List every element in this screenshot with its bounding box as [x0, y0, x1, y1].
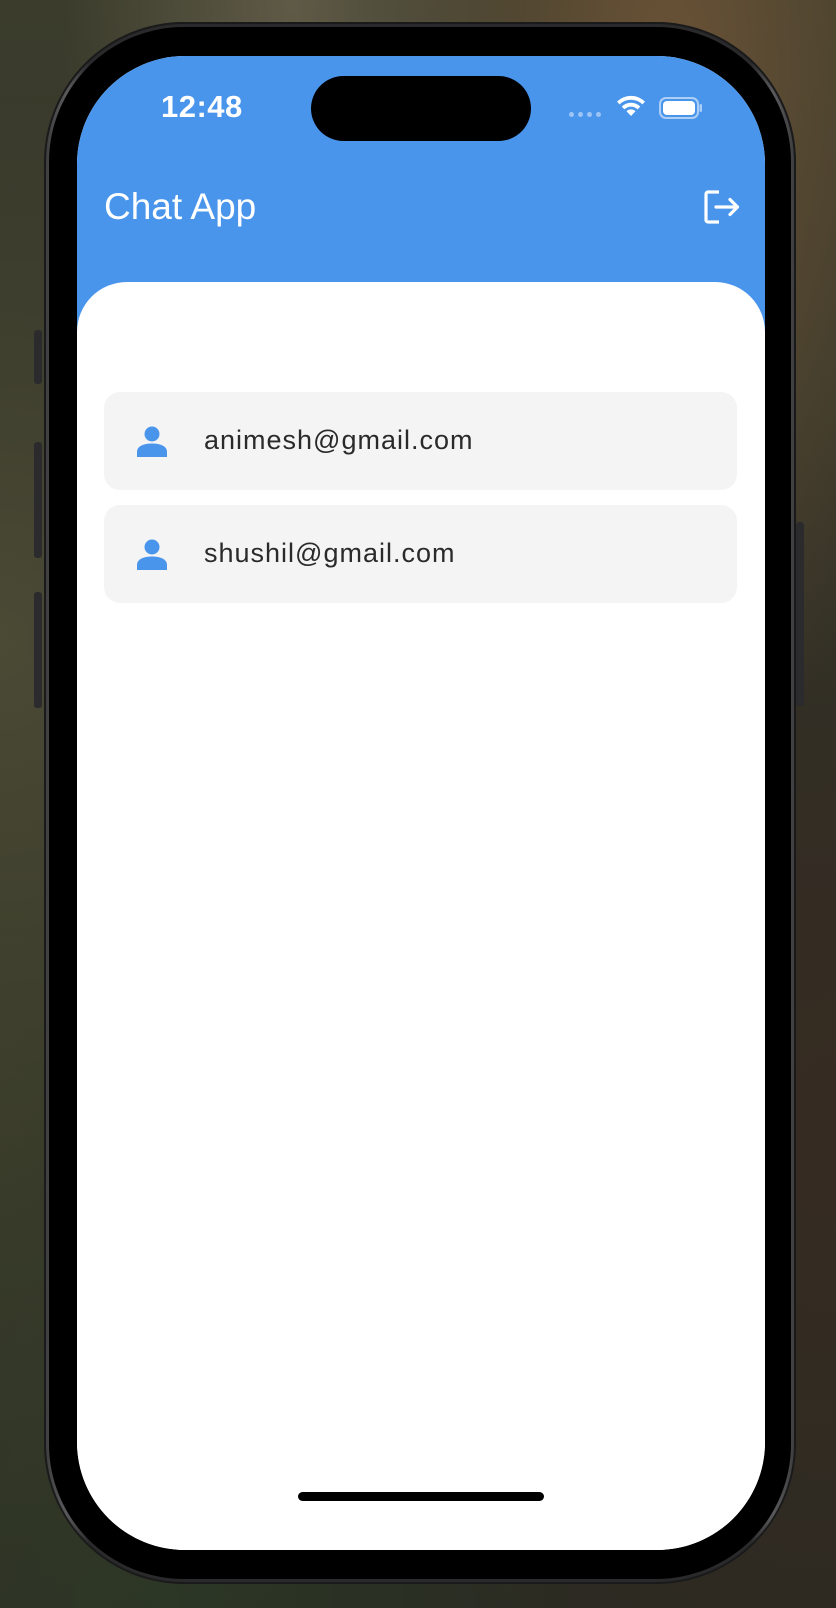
user-email: shushil@gmail.com [204, 538, 456, 568]
cellular-signal-icon [569, 112, 601, 117]
user-email: animesh@gmail.com [204, 425, 474, 455]
user-list-item[interactable]: shushil@gmail.com [104, 505, 737, 603]
person-icon [137, 426, 167, 457]
power-button [796, 522, 804, 706]
app-screen: 12:48 Chat App animesh@gmail.com shushil… [77, 56, 765, 1550]
action-button [34, 330, 42, 384]
user-list-item[interactable]: animesh@gmail.com [104, 392, 737, 490]
user-list: animesh@gmail.com shushil@gmail.com [77, 282, 765, 1550]
home-indicator[interactable] [298, 1492, 544, 1501]
status-time: 12:48 [161, 89, 243, 124]
battery-icon [659, 97, 702, 119]
wifi-icon [617, 95, 645, 116]
volume-up-button [34, 442, 42, 558]
app-title: Chat App [104, 186, 257, 227]
dynamic-island [311, 76, 531, 141]
logout-icon[interactable] [702, 187, 742, 227]
volume-down-button [34, 592, 42, 708]
person-icon [137, 539, 167, 570]
